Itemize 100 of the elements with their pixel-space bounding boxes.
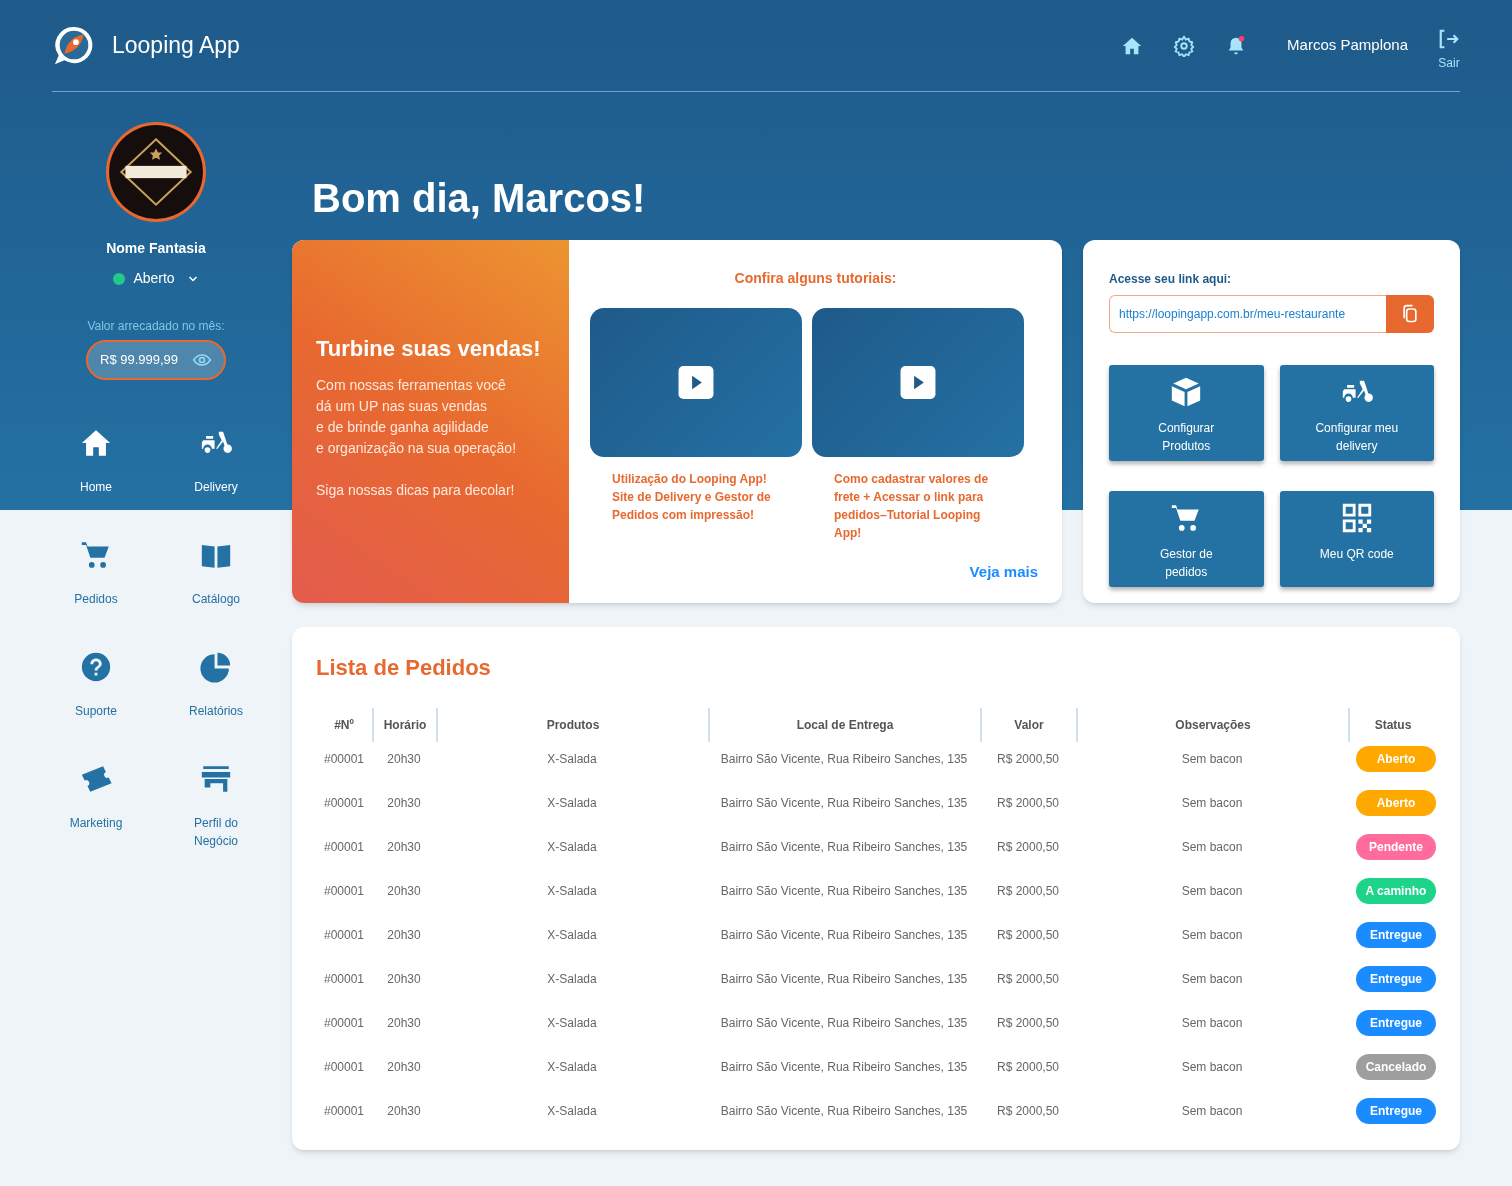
nav-item[interactable]: Marketing (36, 750, 156, 850)
shortcut-button[interactable]: Configurar meu delivery (1279, 365, 1434, 461)
nav-item[interactable]: Suporte (36, 638, 156, 738)
shortcut-button[interactable]: Configurar Produtos (1109, 365, 1264, 461)
greeting-heading: Bom dia, Marcos! (312, 175, 647, 222)
promo-text: Com nossas ferramentas você dá um UP nas suas vendas e de brinde ganha agilidade e organização na sua operação! (316, 376, 518, 458)
revenue-label: Valor arrecadado no mês: (87, 318, 225, 335)
video-caption: Como cadastrar valores de frete + Acessar o link para pedidos–Tutorial Looping App! (833, 471, 990, 542)
table-cell-text: #00001 (322, 751, 365, 768)
table-cell-text: Bairro São Vicente, Rua Ribeiro Sanches, 135 (719, 1103, 969, 1120)
status-badge: Entregue (1356, 1098, 1436, 1124)
column-header: Horário (372, 708, 436, 742)
table-cell-text: Sem bacon (1180, 927, 1244, 944)
table-cell-text: X-Salada (546, 1015, 598, 1032)
table-cell-text: 20h30 (386, 1059, 422, 1076)
pie-chart-icon (199, 650, 233, 684)
table-cell-text: Bairro São Vicente, Rua Ribeiro Sanches, 135 (719, 751, 969, 768)
status-badge: Aberto (1356, 746, 1436, 772)
table-cell-text: R$ 2000,50 (995, 839, 1061, 856)
nav-item[interactable]: Home (36, 414, 156, 514)
nav-item[interactable]: Perfil do Negócio (156, 750, 276, 850)
table-cell-text: #00001 (322, 1015, 365, 1032)
column-header: #Nº (333, 717, 355, 734)
table-cell-text: 20h30 (386, 751, 422, 768)
user-name: Marcos Pamplona (1287, 35, 1408, 56)
status-badge: Entregue (1356, 922, 1436, 948)
revenue-field[interactable]: R$ 99.999,99 (86, 340, 226, 380)
help-icon (79, 650, 113, 684)
table-cell-text: #00001 (322, 927, 365, 944)
table-cell-text: X-Salada (546, 927, 598, 944)
status-badge: Pendente (1356, 834, 1436, 860)
table-cell-text: #00001 (322, 883, 365, 900)
table-cell-text: Sem bacon (1180, 839, 1244, 856)
logout-button[interactable]: Sair (1438, 27, 1460, 72)
table-cell-text: Bairro São Vicente, Rua Ribeiro Sanches, 135 (719, 795, 969, 812)
table-cell-text: X-Salada (546, 883, 598, 900)
nav-item[interactable]: Pedidos (36, 526, 156, 626)
promo-title: Turbine suas vendas! (316, 335, 542, 363)
app-name: Looping App (112, 31, 240, 61)
table-cell-text: 20h30 (386, 795, 422, 812)
table-cell-text: 20h30 (386, 1015, 422, 1032)
table-cell-text: X-Salada (546, 1103, 598, 1120)
table-cell-text: #00001 (322, 839, 365, 856)
nav-item[interactable]: Catálogo (156, 526, 276, 626)
table-cell-text: R$ 2000,50 (995, 883, 1061, 900)
table-cell-text: Sem bacon (1180, 971, 1244, 988)
promo-footer: Siga nossas dicas para decolar! (316, 480, 545, 501)
table-cell-text: R$ 2000,50 (995, 927, 1061, 944)
status-dropdown[interactable]: Aberto (113, 268, 199, 289)
table-cell-text: 20h30 (386, 883, 422, 900)
table-cell-text: 20h30 (386, 839, 422, 856)
column-header: Valor (980, 708, 1076, 742)
video-thumbnail[interactable] (812, 308, 1024, 457)
table-cell-text: #00001 (322, 971, 365, 988)
see-more-link[interactable]: Veja mais (969, 560, 1038, 583)
table-cell-text: R$ 2000,50 (995, 795, 1061, 812)
column-header: Observações (1076, 708, 1348, 742)
nav-item[interactable]: Delivery (156, 414, 276, 514)
orders-title: Lista de Pedidos (316, 654, 492, 682)
link-label: Acesse seu link aqui: (1109, 271, 1233, 288)
table-cell-text: Bairro São Vicente, Rua Ribeiro Sanches, 135 (719, 883, 969, 900)
link-field[interactable]: https://loopingapp.com.br/meu-restaurante (1109, 295, 1386, 333)
status-badge: Entregue (1356, 966, 1436, 992)
table-cell-text: Bairro São Vicente, Rua Ribeiro Sanches, 135 (719, 927, 969, 944)
play-icon (678, 366, 714, 399)
business-name: Nome Fantasia (106, 239, 206, 258)
table-cell-text: Sem bacon (1180, 883, 1244, 900)
table-cell-text: Sem bacon (1180, 751, 1244, 768)
copy-icon (1400, 304, 1420, 324)
table-cell-text: Bairro São Vicente, Rua Ribeiro Sanches, 135 (719, 1015, 969, 1032)
table-cell-text: 20h30 (386, 971, 422, 988)
video-caption: Utilização do Looping App! Site de Delivery e Gestor de Pedidos com impressão! (611, 471, 772, 524)
table-cell-text: Bairro São Vicente, Rua Ribeiro Sanches, 135 (719, 971, 969, 988)
tutorials-title: Confira alguns tutoriais: (733, 269, 898, 288)
column-header: Local de Entrega (708, 708, 980, 742)
table-cell-text: X-Salada (546, 971, 598, 988)
table-cell-text: R$ 2000,50 (995, 971, 1061, 988)
copy-button[interactable] (1386, 295, 1434, 333)
table-cell-text: R$ 2000,50 (995, 1015, 1061, 1032)
table-cell-text: R$ 2000,50 (995, 1059, 1061, 1076)
table-cell-text: #00001 (322, 1059, 365, 1076)
shortcut-button[interactable]: Meu QR code (1279, 491, 1434, 587)
nav-item[interactable]: Relatórios (156, 638, 276, 738)
table-cell-text: R$ 2000,50 (995, 1103, 1061, 1120)
table-cell-text: X-Salada (546, 795, 598, 812)
table-cell-text: Sem bacon (1180, 1059, 1244, 1076)
table-cell-text: 20h30 (386, 927, 422, 944)
column-header: Produtos (436, 708, 708, 742)
status-badge: Aberto (1356, 790, 1436, 816)
video-thumbnail[interactable] (590, 308, 802, 457)
table-cell-text: Sem bacon (1180, 1015, 1244, 1032)
shortcut-button[interactable]: Gestor de pedidos (1109, 491, 1264, 587)
status-badge: Entregue (1356, 1010, 1436, 1036)
play-icon (900, 366, 936, 399)
status-badge: A caminho (1356, 878, 1436, 904)
table-cell-text: 20h30 (386, 1103, 422, 1120)
table-cell-text: R$ 2000,50 (995, 751, 1061, 768)
table-cell-text: Sem bacon (1180, 1103, 1244, 1120)
settings-icon[interactable] (1173, 34, 1196, 57)
logout-icon (1438, 27, 1460, 50)
